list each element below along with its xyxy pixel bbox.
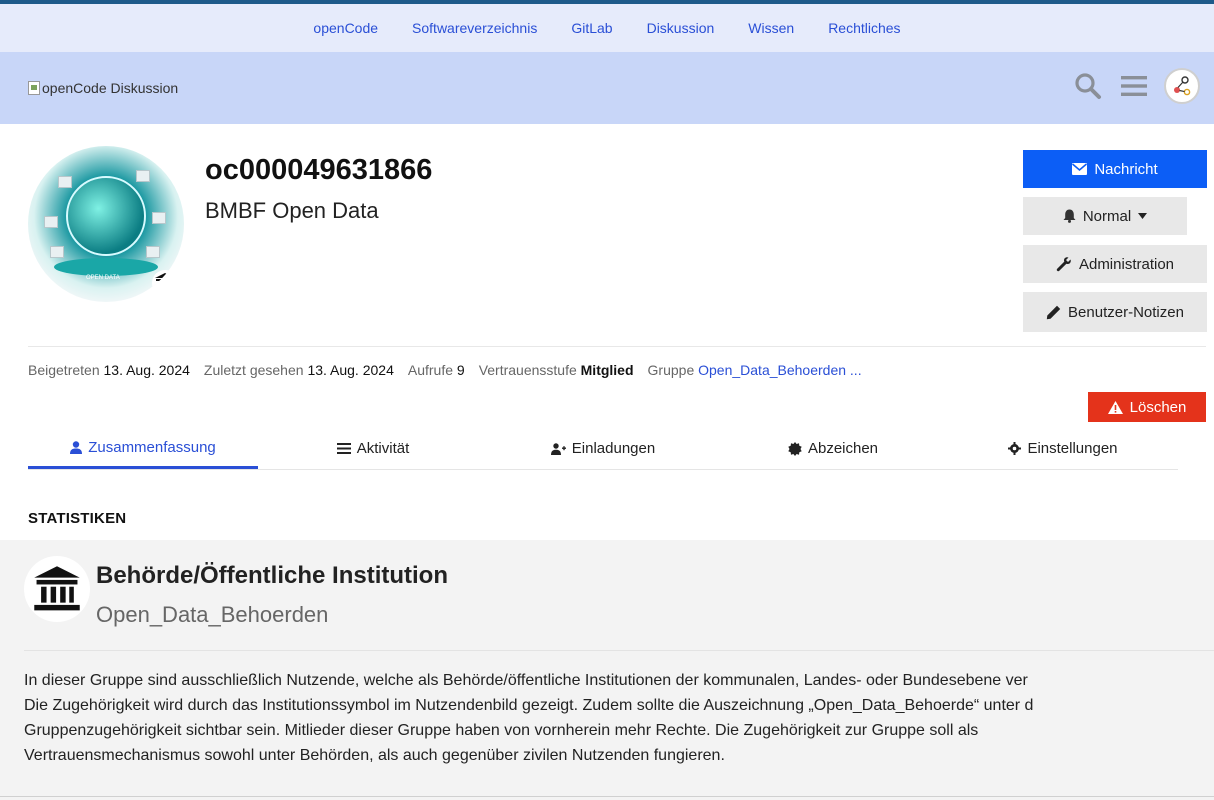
tab-badges[interactable]: Abzeichen — [718, 428, 948, 469]
group-bottom-border — [0, 796, 1214, 797]
group-title: Behörde/Öffentliche Institution — [96, 562, 448, 589]
delete-user-button[interactable]: Löschen — [1088, 392, 1206, 422]
profile-username: oc000049631866 — [205, 154, 433, 186]
meta-last-seen-label: Zuletzt gesehen — [203, 362, 304, 378]
caret-down-icon — [1138, 213, 1148, 219]
profile-tabs: Zusammenfassung Aktivität Einladungen Ab… — [28, 428, 1178, 470]
group-info-card: Behörde/Öffentliche Institution Open_Dat… — [0, 540, 1214, 800]
wrench-icon — [1056, 257, 1071, 272]
notification-level-dropdown[interactable]: Normal — [1023, 197, 1187, 235]
administration-button[interactable]: Administration — [1023, 245, 1207, 283]
tab-activity-label: Aktivität — [356, 440, 410, 457]
site-logo-alt-text: openCode Diskussion — [42, 80, 179, 96]
tab-activity[interactable]: Aktivität — [258, 428, 488, 469]
statistics-heading: STATISTIKEN — [28, 510, 127, 527]
badge-icon — [788, 441, 802, 456]
profile-divider — [28, 346, 1206, 347]
list-icon — [336, 443, 351, 454]
administration-button-label: Administration — [1078, 255, 1175, 273]
meta-last-seen-value: 13. Aug. 2024 — [307, 362, 394, 378]
current-user-avatar[interactable] — [1164, 68, 1200, 104]
user-icon — [70, 440, 83, 454]
group-description: In dieser Gruppe sind ausschließlich Nut… — [24, 672, 1034, 764]
message-button[interactable]: Nachricht — [1023, 150, 1207, 188]
header-icons — [1072, 68, 1200, 104]
tab-summary[interactable]: Zusammenfassung — [28, 428, 258, 469]
tab-badges-label: Abzeichen — [807, 440, 879, 457]
gear-icon — [1008, 442, 1022, 455]
institution-icon — [24, 556, 90, 622]
tab-settings-label: Einstellungen — [1027, 440, 1118, 457]
meta-trust-level: Vertrauensstufe Mitglied — [479, 362, 634, 378]
meta-trust-label: Vertrauensstufe — [478, 362, 577, 378]
meta-joined-label: Beigetreten — [28, 362, 100, 378]
meta-views: Aufrufe 9 — [408, 362, 465, 378]
globe-icon — [66, 176, 146, 256]
meta-joined: Beigetreten 13. Aug. 2024 — [28, 362, 190, 378]
broken-image-icon — [28, 81, 40, 95]
user-notes-button[interactable]: Benutzer-Notizen — [1023, 292, 1207, 332]
tab-invitations[interactable]: Einladungen — [488, 428, 718, 469]
meta-views-value: 9 — [456, 362, 465, 378]
user-avatar: OPEN DATA — [28, 146, 184, 302]
site-header: openCode Diskussion — [0, 52, 1214, 124]
tab-invitations-label: Einladungen — [571, 440, 656, 457]
notification-level-label: Normal — [1082, 207, 1132, 225]
nav-link-diskussion[interactable]: Diskussion — [647, 20, 715, 36]
meta-trust-value: Mitglied — [580, 362, 634, 378]
avatar-caption: OPEN DATA — [86, 275, 120, 281]
search-icon[interactable] — [1072, 70, 1104, 102]
top-navigation: openCode Softwareverzeichnis GitLab Disk… — [0, 4, 1214, 52]
user-plus-icon — [550, 442, 566, 455]
user-notes-button-label: Benutzer-Notizen — [1068, 303, 1184, 321]
nav-link-gitlab[interactable]: GitLab — [571, 20, 612, 36]
tab-settings[interactable]: Einstellungen — [948, 428, 1178, 469]
nav-link-wissen[interactable]: Wissen — [748, 20, 794, 36]
institution-badge-icon — [152, 270, 178, 296]
warning-icon — [1107, 400, 1123, 414]
nav-link-softwareverzeichnis[interactable]: Softwareverzeichnis — [412, 20, 537, 36]
pencil-icon — [1046, 305, 1061, 319]
meta-group-label: Gruppe — [647, 362, 695, 378]
meta-group: Gruppe Open_Data_Behoerden ... — [648, 362, 862, 378]
delete-button-label: Löschen — [1129, 398, 1187, 416]
meta-joined-value: 13. Aug. 2024 — [103, 362, 190, 378]
profile-meta: Beigetreten 13. Aug. 2024 Zuletzt gesehe… — [28, 362, 862, 378]
meta-views-label: Aufrufe — [407, 362, 453, 378]
nav-link-rechtliches[interactable]: Rechtliches — [828, 20, 900, 36]
group-divider — [24, 650, 1214, 651]
meta-last-seen: Zuletzt gesehen 13. Aug. 2024 — [204, 362, 394, 378]
bell-icon — [1063, 209, 1076, 223]
message-button-label: Nachricht — [1094, 160, 1158, 178]
group-slug: Open_Data_Behoerden — [96, 602, 329, 627]
tab-summary-label: Zusammenfassung — [88, 438, 216, 456]
nav-link-opencode[interactable]: openCode — [313, 20, 378, 36]
profile-full-name: BMBF Open Data — [205, 198, 379, 223]
meta-group-link[interactable]: Open_Data_Behoerden ... — [698, 362, 861, 378]
envelope-icon — [1072, 163, 1088, 175]
site-logo[interactable]: openCode Diskussion — [28, 80, 178, 96]
hamburger-menu-icon[interactable] — [1118, 70, 1150, 102]
